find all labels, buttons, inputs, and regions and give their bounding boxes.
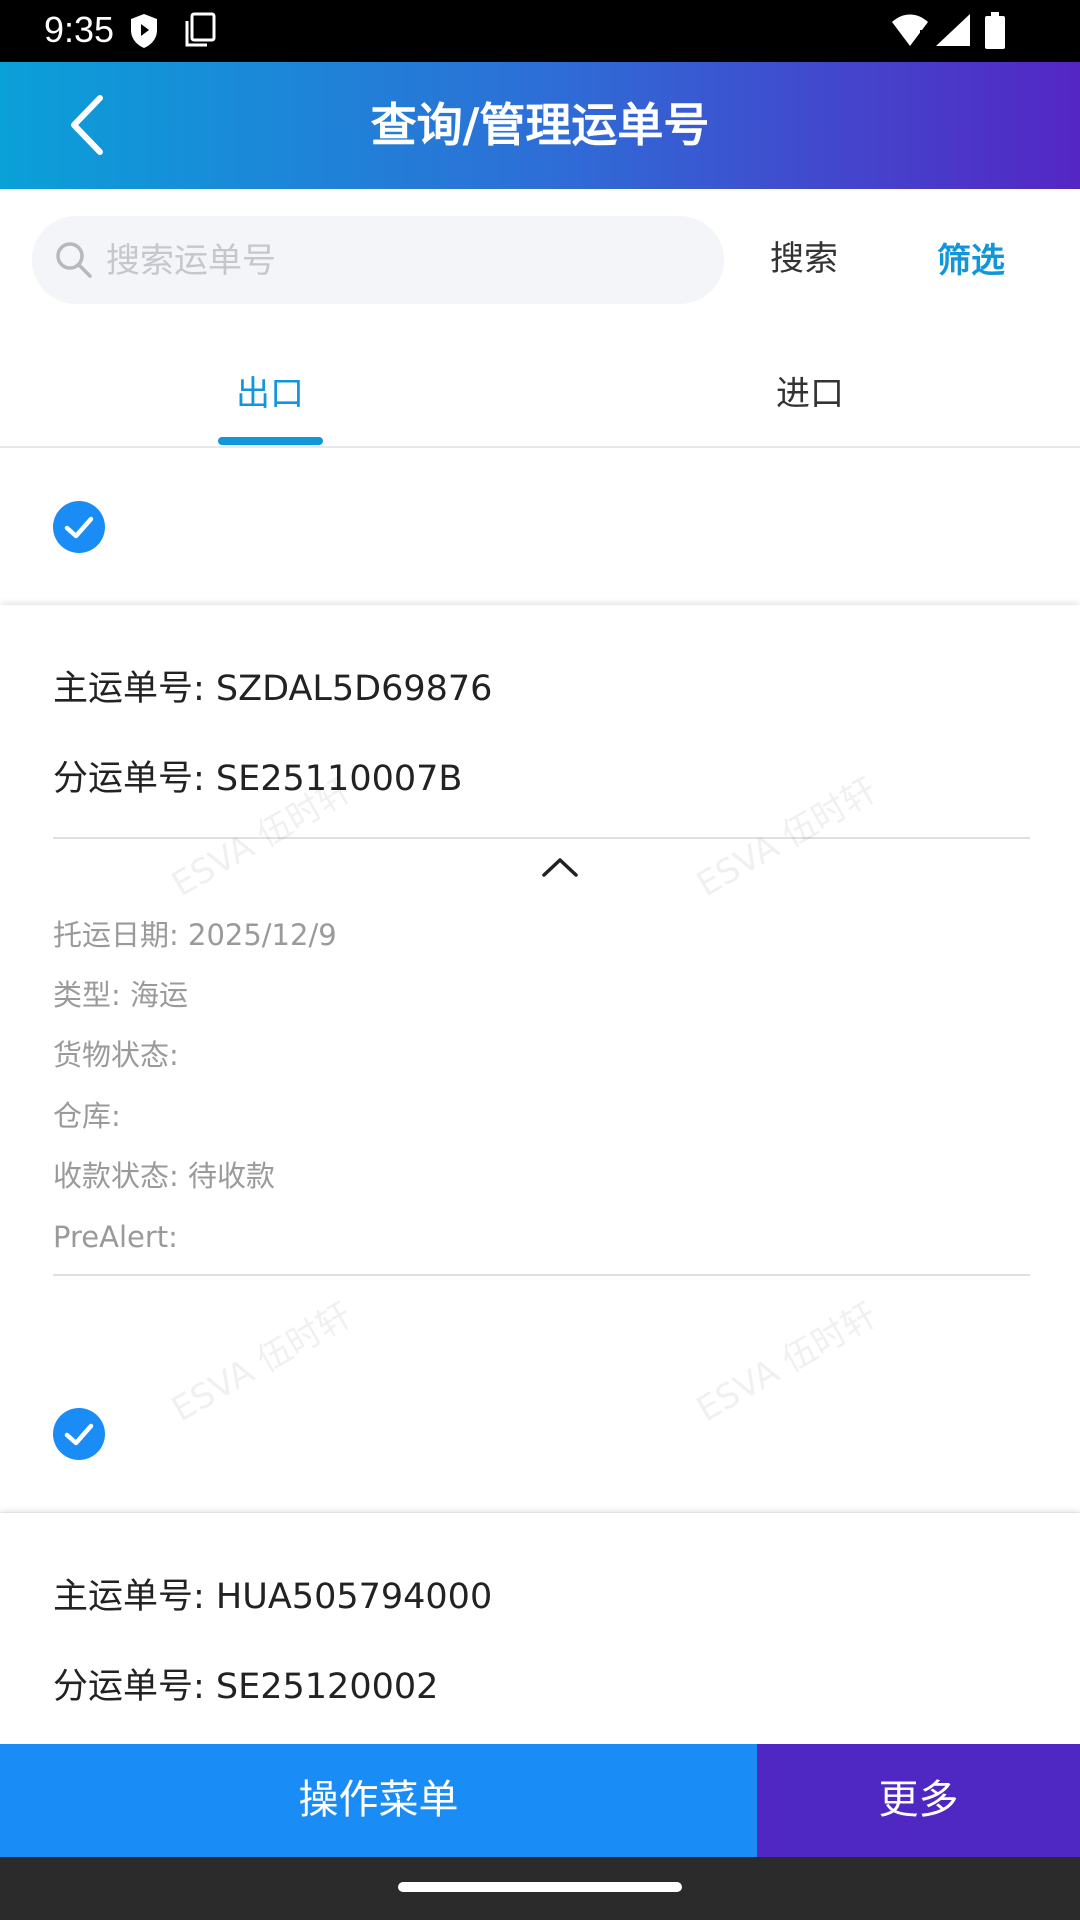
detail-warehouse: 仓库: bbox=[53, 1099, 121, 1133]
main-waybill-number: 主运单号: HUA505794000 bbox=[53, 1577, 493, 1617]
divider bbox=[53, 837, 1030, 839]
more-button[interactable]: 更多 bbox=[757, 1744, 1080, 1857]
search-button[interactable]: 搜索 bbox=[770, 239, 838, 279]
tab-export[interactable]: 出口 bbox=[0, 329, 540, 446]
search-icon bbox=[56, 242, 92, 278]
detail-type: 类型: 海运 bbox=[53, 978, 188, 1012]
detail-payment-status: 收款状态: 待收款 bbox=[53, 1159, 275, 1193]
battery-icon bbox=[985, 12, 1005, 49]
waybill-card[interactable]: 主运单号: HUA505794000 分运单号: SE25120002 bbox=[0, 1513, 1080, 1744]
checkbox-checked-icon[interactable] bbox=[52, 500, 106, 554]
search-bar: 搜索 筛选 bbox=[0, 189, 1080, 329]
tab-bar: 出口 进口 bbox=[0, 329, 1080, 448]
detail-cargo-status: 货物状态: bbox=[53, 1038, 179, 1072]
search-input[interactable] bbox=[104, 216, 708, 306]
filter-button[interactable]: 筛选 bbox=[937, 241, 1005, 281]
waybill-card[interactable]: 主运单号: SZDAL5D69876 分运单号: SE25110007B 托运日… bbox=[0, 605, 1080, 1355]
search-box[interactable] bbox=[32, 216, 724, 306]
wifi-icon bbox=[892, 14, 928, 46]
tab-import[interactable]: 进口 bbox=[540, 329, 1080, 446]
sub-waybill-number: 分运单号: SE25120002 bbox=[53, 1667, 439, 1707]
checkbox-checked-icon[interactable] bbox=[52, 1407, 106, 1461]
operation-menu-button[interactable]: 操作菜单 bbox=[0, 1744, 757, 1857]
status-time: 9:35 bbox=[44, 9, 115, 50]
select-row[interactable] bbox=[0, 448, 1080, 605]
status-bar: 9:35 bbox=[0, 0, 1080, 62]
tab-active-indicator bbox=[218, 437, 323, 445]
detail-ship-date: 托运日期: 2025/12/9 bbox=[53, 918, 337, 952]
bottom-action-bar: 操作菜单 更多 bbox=[0, 1744, 1080, 1857]
copy-icon bbox=[185, 12, 216, 47]
chevron-up-icon[interactable] bbox=[540, 855, 580, 881]
sub-waybill-number: 分运单号: SE25110007B bbox=[53, 759, 463, 799]
system-nav-bar bbox=[0, 1857, 1080, 1920]
home-indicator[interactable] bbox=[398, 1882, 682, 1892]
detail-prealert: PreAlert: bbox=[53, 1220, 178, 1254]
divider bbox=[53, 1274, 1030, 1276]
app-header: 查询/管理运单号 bbox=[0, 62, 1080, 189]
signal-icon bbox=[936, 14, 970, 46]
main-waybill-number: 主运单号: SZDAL5D69876 bbox=[53, 669, 493, 709]
select-row[interactable] bbox=[0, 1355, 1080, 1512]
shield-icon bbox=[131, 14, 157, 48]
page-title: 查询/管理运单号 bbox=[370, 98, 710, 152]
